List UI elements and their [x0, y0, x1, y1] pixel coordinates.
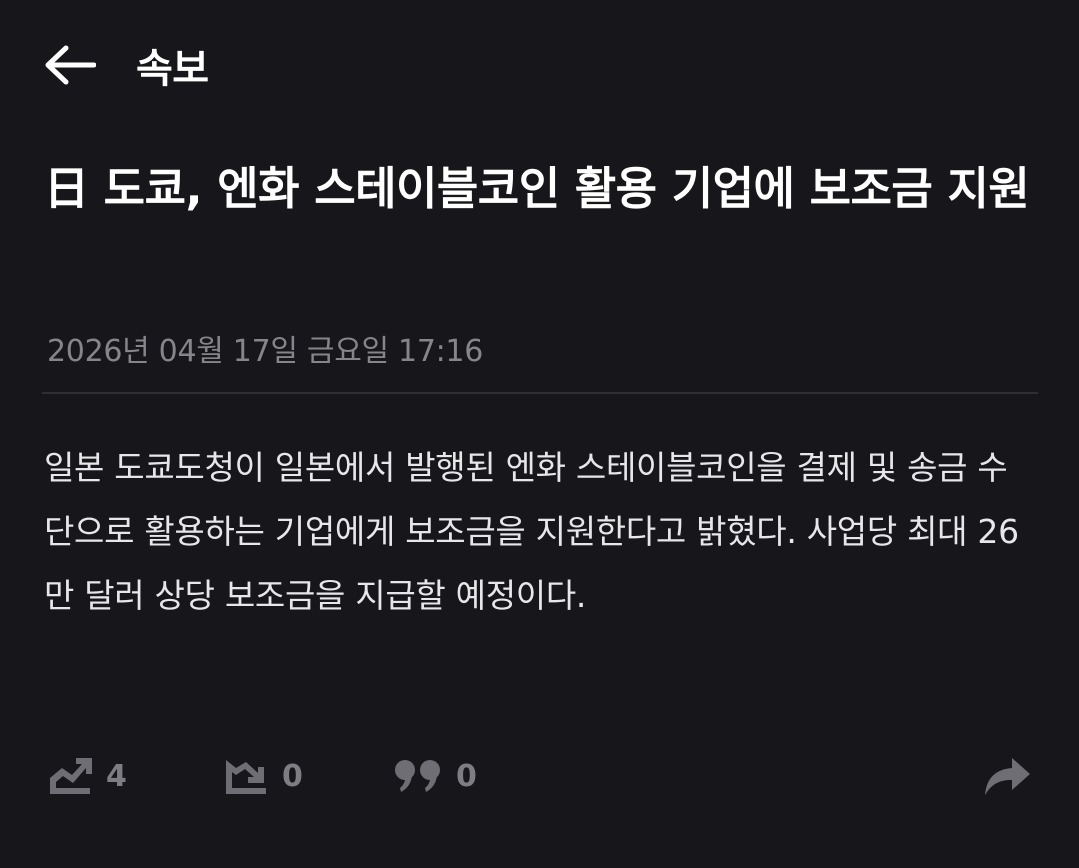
bear-button[interactable]: 0 — [222, 748, 303, 804]
divider — [42, 392, 1038, 394]
article-title: 日 도쿄, 엔화 스테이블코인 활용 기업에 보조금 지원 — [44, 162, 1030, 215]
back-button[interactable] — [44, 42, 102, 88]
page-title: 속보 — [136, 46, 209, 92]
comment-count: 0 — [456, 758, 477, 794]
top-bar: 속보 — [44, 30, 209, 100]
trend-down-icon — [222, 754, 270, 798]
article-date: 2026년 04월 17일 금요일 17:16 — [47, 334, 483, 369]
arrow-left-icon — [45, 45, 96, 85]
bull-count: 4 — [106, 758, 127, 794]
share-button[interactable] — [982, 748, 1032, 804]
comment-button[interactable]: 0 — [392, 748, 477, 804]
quote-icon — [392, 756, 444, 796]
bull-button[interactable]: 4 — [46, 748, 127, 804]
bear-count: 0 — [282, 758, 303, 794]
share-arrow-icon — [982, 754, 1032, 798]
article-body: 일본 도쿄도청이 일본에서 발행된 엔화 스테이블코인을 결제 및 송금 수단으… — [44, 448, 1019, 615]
trend-up-icon — [46, 754, 94, 798]
action-bar: 4 0 0 — [46, 748, 1036, 804]
